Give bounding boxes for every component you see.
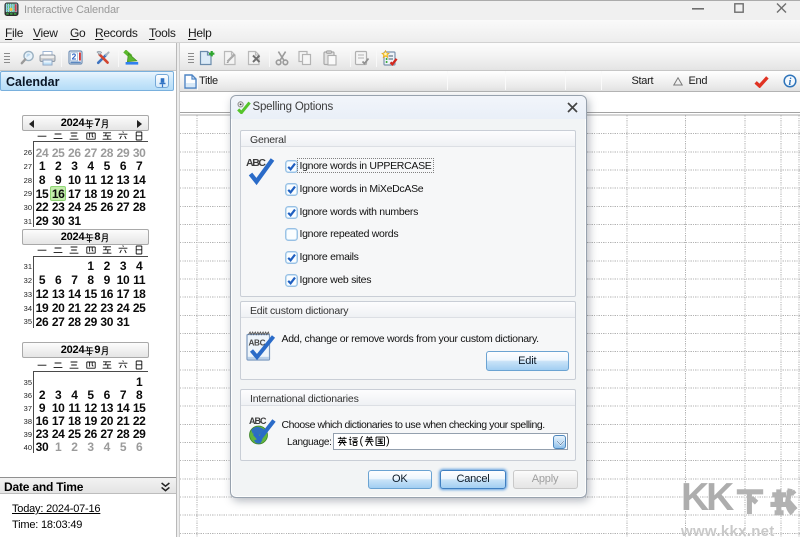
- svg-text:ABC: ABC: [248, 339, 265, 348]
- svg-text:ABC: ABC: [246, 157, 266, 169]
- svg-text:ABC: ABC: [249, 416, 267, 426]
- svg-text:2: 2: [72, 52, 77, 62]
